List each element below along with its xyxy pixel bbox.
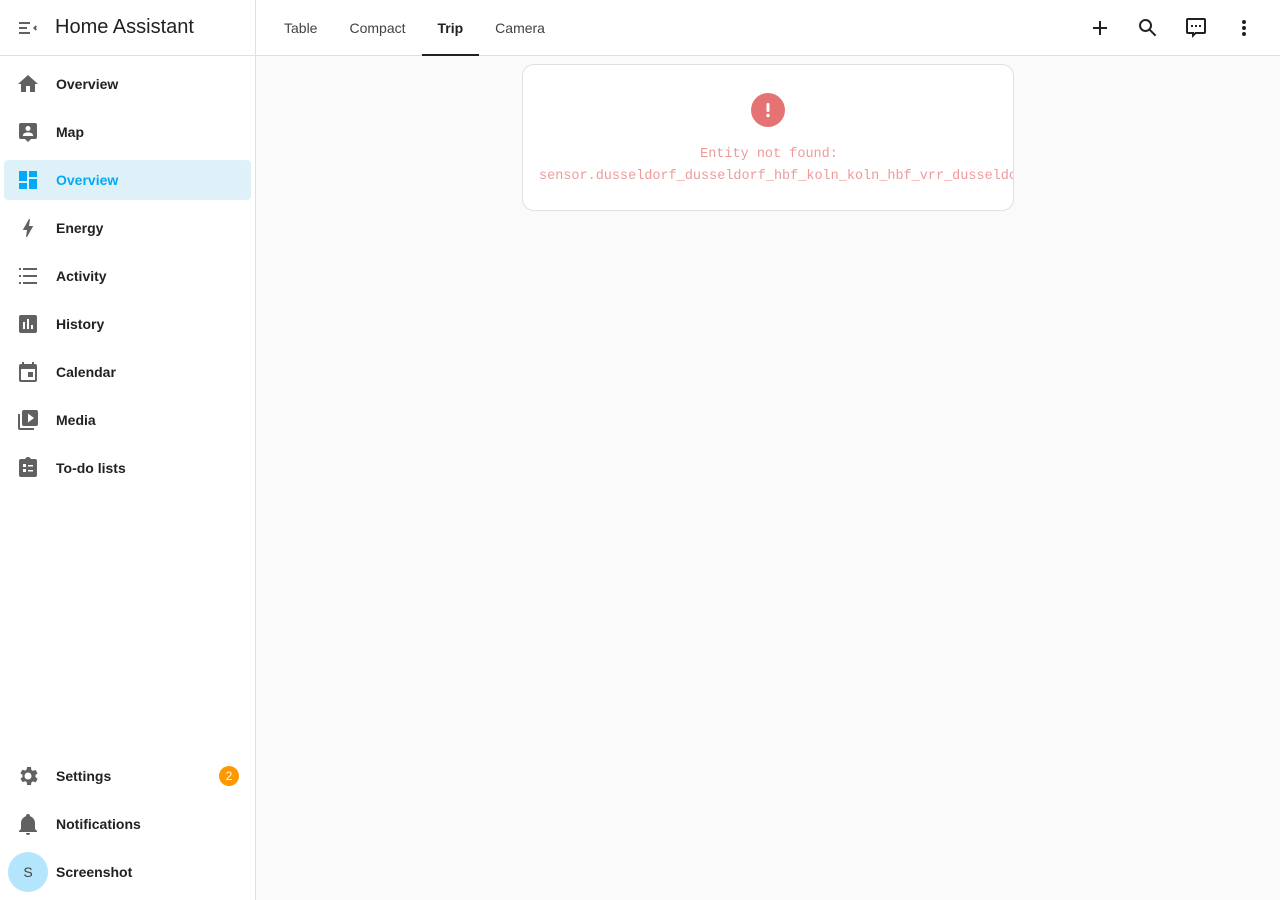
menu-collapse-icon[interactable] bbox=[16, 16, 40, 40]
toolbar-actions bbox=[1076, 0, 1268, 55]
chart-box-icon bbox=[16, 312, 40, 336]
sidebar-item-label: Activity bbox=[56, 268, 107, 284]
avatar: S bbox=[8, 852, 48, 892]
sidebar-item-label: Map bbox=[56, 124, 84, 140]
map-person-icon bbox=[16, 120, 40, 144]
sidebar-item-calendar[interactable]: Calendar bbox=[4, 352, 251, 392]
error-title: Entity not found: bbox=[700, 147, 838, 162]
home-icon bbox=[16, 72, 40, 96]
sidebar-item-label: Notifications bbox=[56, 816, 141, 832]
sidebar-item-overview-dashboard[interactable]: Overview bbox=[4, 160, 251, 200]
dashboard-icon bbox=[16, 168, 40, 192]
search-icon[interactable] bbox=[1124, 4, 1172, 52]
error-message: Entity not found: sensor.dusseldorf_duss… bbox=[539, 144, 1014, 188]
sidebar: Home Assistant Overview Map Overview Ene… bbox=[0, 0, 256, 900]
dashboard-tabs: Table Compact Trip Camera bbox=[268, 0, 561, 56]
plus-icon[interactable] bbox=[1076, 4, 1124, 52]
sidebar-item-history[interactable]: History bbox=[4, 304, 251, 344]
sidebar-item-label: Screenshot bbox=[56, 864, 133, 880]
settings-badge: 2 bbox=[219, 766, 239, 786]
tab-table[interactable]: Table bbox=[268, 0, 333, 55]
sidebar-item-label: Overview bbox=[56, 172, 119, 188]
sidebar-item-label: Overview bbox=[56, 76, 119, 92]
app-title: Home Assistant bbox=[55, 16, 194, 38]
gear-icon bbox=[16, 764, 40, 788]
sidebar-item-label: Calendar bbox=[56, 364, 116, 380]
sidebar-item-label: Settings bbox=[56, 768, 112, 784]
sidebar-item-label: Media bbox=[56, 412, 96, 428]
sidebar-item-notifications[interactable]: Notifications bbox=[4, 804, 251, 844]
sidebar-item-settings[interactable]: Settings 2 bbox=[4, 756, 251, 796]
tab-compact[interactable]: Compact bbox=[333, 0, 421, 55]
top-toolbar: Table Compact Trip Camera bbox=[256, 0, 1280, 56]
sidebar-header: Home Assistant bbox=[0, 0, 255, 56]
tab-trip[interactable]: Trip bbox=[421, 0, 480, 56]
sidebar-nav: Overview Map Overview Energy Activity Hi… bbox=[0, 56, 255, 488]
sidebar-item-todo-lists[interactable]: To-do lists bbox=[4, 448, 251, 488]
error-card: Entity not found: sensor.dusseldorf_duss… bbox=[522, 64, 1014, 211]
sidebar-item-map[interactable]: Map bbox=[4, 112, 251, 152]
assist-chat-icon[interactable] bbox=[1172, 4, 1220, 52]
sidebar-item-label: To-do lists bbox=[56, 460, 126, 476]
alert-circle-icon bbox=[751, 93, 785, 127]
sidebar-item-overview[interactable]: Overview bbox=[4, 64, 251, 104]
sidebar-bottom: Settings 2 Notifications S Screenshot bbox=[0, 756, 255, 900]
sidebar-item-user[interactable]: S Screenshot bbox=[4, 852, 251, 892]
more-vertical-icon[interactable] bbox=[1220, 4, 1268, 52]
bell-icon bbox=[16, 812, 40, 836]
sidebar-item-energy[interactable]: Energy bbox=[4, 208, 251, 248]
play-box-multiple-icon bbox=[16, 408, 40, 432]
tab-camera[interactable]: Camera bbox=[479, 0, 561, 55]
clipboard-list-icon bbox=[16, 456, 40, 480]
error-entity-id: sensor.dusseldorf_dusseldorf_hbf_koln_ko… bbox=[539, 169, 1014, 184]
calendar-icon bbox=[16, 360, 40, 384]
lightning-bolt-icon bbox=[16, 216, 40, 240]
format-list-bulleted-icon bbox=[16, 264, 40, 288]
sidebar-item-activity[interactable]: Activity bbox=[4, 256, 251, 296]
sidebar-item-media[interactable]: Media bbox=[4, 400, 251, 440]
sidebar-item-label: Energy bbox=[56, 220, 104, 236]
sidebar-item-label: History bbox=[56, 316, 105, 332]
